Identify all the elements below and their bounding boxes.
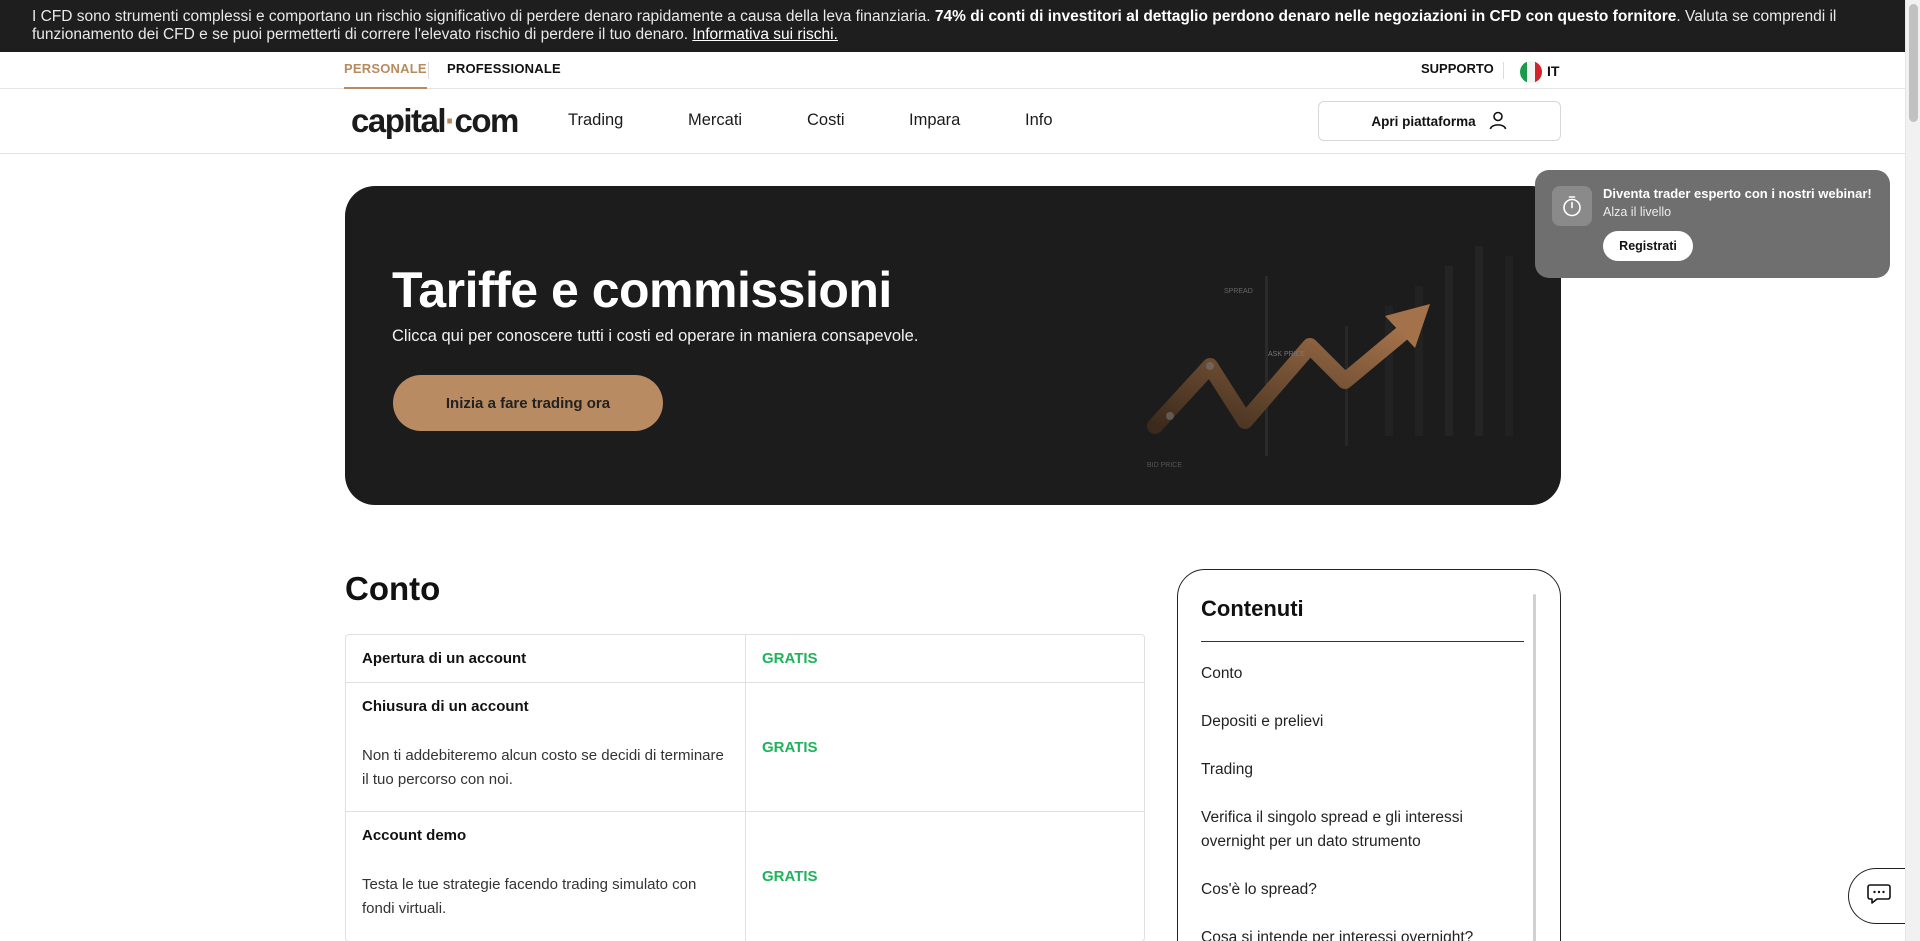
row-description: Testa le tue strategie facendo trading s…	[362, 876, 697, 917]
logo-text-left: capital	[351, 102, 447, 139]
chat-button[interactable]	[1848, 868, 1908, 924]
row-value: GRATIS	[762, 868, 818, 885]
contents-item-verifica-spread[interactable]: Verifica il singolo spread e gli interes…	[1201, 806, 1521, 854]
risk-warning-banner: I CFD sono strumenti complessi e comport…	[0, 0, 1905, 52]
nav-item-info[interactable]: Info	[1025, 89, 1053, 154]
table-cell-value: GRATIS	[746, 683, 1144, 811]
nav-item-mercati[interactable]: Mercati	[688, 89, 742, 154]
logo-text-right: com	[454, 102, 520, 139]
section-title-account: Conto	[345, 570, 441, 607]
risk-text-bold: 74% di conti di investitori al dettaglio…	[934, 8, 1677, 25]
tab-personal[interactable]: PERSONALE	[344, 52, 427, 89]
webinar-toast: Diventa trader esperto con i nostri webi…	[1535, 170, 1890, 278]
page-scrollbar[interactable]	[1905, 0, 1920, 941]
account-fees-table: Apertura di un account GRATIS Chiusura d…	[345, 634, 1145, 941]
open-platform-label: Apri piattaforma	[1371, 113, 1476, 129]
language-selector[interactable]: IT	[1547, 52, 1559, 89]
contents-scrollbar[interactable]	[1533, 594, 1536, 941]
contents-item-trading[interactable]: Trading	[1201, 758, 1521, 782]
table-cell-label: Chiusura di un account Non ti addebitere…	[346, 683, 746, 811]
user-icon	[1488, 110, 1508, 133]
risk-info-link[interactable]: Informativa sui rischi.	[692, 26, 838, 43]
table-row: Chiusura di un account Non ti addebitere…	[346, 683, 1144, 812]
page: I CFD sono strumenti complessi e comport…	[0, 0, 1920, 941]
contents-list: Conto Depositi e prelievi Trading Verifi…	[1201, 662, 1521, 941]
nav-item-costi[interactable]: Costi	[807, 89, 845, 154]
art-label-bid: BID PRICE	[1147, 462, 1182, 469]
top-bar: PERSONALE PROFESSIONALE SUPPORTO IT	[0, 52, 1905, 89]
risk-text-start: I CFD sono strumenti complessi e comport…	[32, 8, 935, 25]
main-nav: capital·com Trading Mercati Costi Impara…	[0, 89, 1905, 154]
page-scrollbar-thumb[interactable]	[1909, 4, 1918, 122]
table-cell-value: GRATIS	[746, 635, 1144, 682]
contents-card: Contenuti Conto Depositi e prelievi Trad…	[1177, 569, 1561, 941]
table-row: Apertura di un account GRATIS	[346, 635, 1144, 683]
contents-item-overnight[interactable]: Cosa si intende per interessi overnight?	[1201, 926, 1521, 941]
row-description: Non ti addebiteremo alcun costo se decid…	[362, 747, 724, 788]
table-cell-label: Account demo Testa le tue strategie face…	[346, 812, 746, 941]
tab-professional[interactable]: PROFESSIONALE	[447, 52, 561, 89]
art-label-spread: SPREAD	[1224, 288, 1253, 295]
art-label-ask: ASK PRICE	[1268, 351, 1306, 358]
divider	[1503, 62, 1504, 79]
hero-subtitle: Clicca qui per conoscere tutti i costi e…	[392, 327, 919, 345]
divider	[1201, 641, 1524, 642]
row-value: GRATIS	[762, 650, 818, 667]
start-trading-button[interactable]: Inizia a fare trading ora	[393, 375, 663, 431]
hero-title: Tariffe e commissioni	[392, 262, 892, 318]
register-button[interactable]: Registrati	[1603, 231, 1693, 261]
contents-title: Contenuti	[1201, 596, 1304, 621]
contents-item-conto[interactable]: Conto	[1201, 662, 1521, 686]
table-row: Account demo Testa le tue strategie face…	[346, 812, 1144, 941]
nav-item-impara[interactable]: Impara	[909, 89, 960, 154]
toast-subtitle: Alza il livello	[1603, 205, 1672, 219]
open-platform-button[interactable]: Apri piattaforma	[1318, 101, 1561, 141]
nav-item-trading[interactable]: Trading	[568, 89, 623, 154]
trading-chart-illustration: SPREAD ASK PRICE BID PRICE	[1147, 246, 1513, 469]
table-cell-value: GRATIS	[746, 812, 1144, 941]
capital-com-logo[interactable]: capital·com	[351, 101, 520, 141]
stopwatch-icon	[1552, 186, 1592, 226]
toast-title: Diventa trader esperto con i nostri webi…	[1603, 186, 1872, 201]
hero-banner: Tariffe e commissioni Clicca qui per con…	[345, 186, 1561, 505]
contents-item-spread[interactable]: Cos'è lo spread?	[1201, 878, 1521, 902]
row-label: Apertura di un account	[362, 650, 527, 667]
row-label: Chiusura di un account	[362, 698, 529, 715]
divider	[428, 62, 429, 79]
row-value: GRATIS	[762, 738, 818, 756]
contents-item-depositi[interactable]: Depositi e prelievi	[1201, 710, 1521, 734]
table-cell-label: Apertura di un account	[346, 635, 746, 682]
row-label: Account demo	[362, 827, 467, 844]
support-link[interactable]: SUPPORTO	[1421, 52, 1494, 89]
italy-flag-icon[interactable]	[1520, 61, 1542, 83]
logo-dot: ·	[445, 102, 456, 139]
chat-icon	[1866, 883, 1891, 910]
